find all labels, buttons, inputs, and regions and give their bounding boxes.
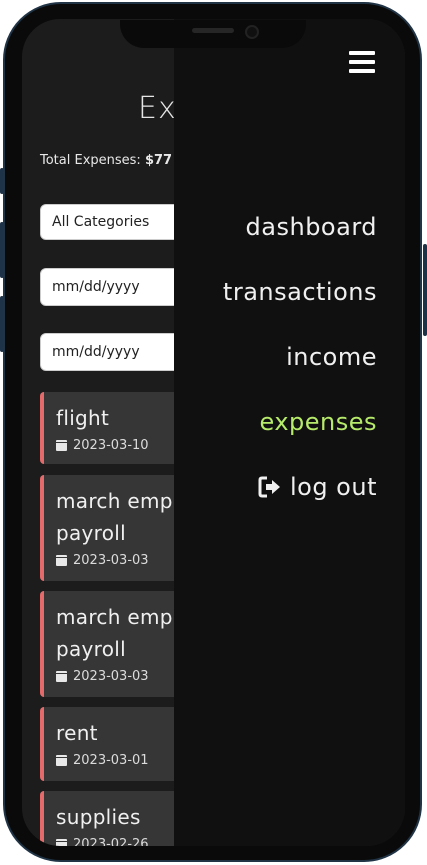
power-button — [423, 244, 427, 336]
menu-item-income[interactable]: income — [286, 343, 377, 371]
calendar-icon — [56, 440, 67, 451]
calendar-icon — [56, 555, 67, 566]
expense-title-line: payroll — [56, 521, 127, 545]
hamburger-icon[interactable] — [349, 51, 375, 73]
date-to-input[interactable]: mm/dd/yyyy — [40, 333, 190, 371]
expense-title-line: march emp — [56, 489, 173, 513]
expense-title-line: march emp — [56, 605, 173, 629]
total-expenses: Total Expenses: $77 — [40, 153, 172, 168]
category-value: All Categories — [52, 214, 150, 230]
menu-item-dashboard[interactable]: dashboard — [246, 213, 377, 241]
expense-date-text: 2023-03-01 — [73, 753, 149, 768]
expense-date-text: 2023-03-03 — [73, 669, 149, 684]
category-select[interactable]: All Categories — [40, 204, 190, 240]
total-label: Total Expenses: — [40, 153, 145, 168]
calendar-icon — [56, 839, 67, 846]
nav-menu: dashboard transactions income expenses l… — [174, 19, 405, 846]
menu-item-expenses[interactable]: expenses — [259, 408, 377, 436]
logout-link[interactable]: log out — [258, 473, 377, 501]
calendar-icon — [56, 671, 67, 682]
expense-date-text: 2023-03-10 — [73, 438, 149, 453]
logout-label: log out — [289, 473, 377, 501]
total-value: $77 — [144, 153, 173, 168]
calendar-icon — [56, 755, 67, 766]
notch — [120, 20, 306, 48]
date-to-placeholder: mm/dd/yyyy — [52, 344, 140, 360]
expense-date-text: 2023-02-26 — [73, 837, 149, 846]
screen: Exp Total Expenses: $77 All Categories m… — [22, 19, 405, 846]
sign-out-icon — [258, 476, 280, 498]
camera — [245, 25, 259, 39]
expense-title-line: payroll — [56, 637, 127, 661]
expense-date-text: 2023-03-03 — [73, 553, 149, 568]
menu-item-transactions[interactable]: transactions — [223, 278, 377, 306]
speaker — [192, 28, 234, 33]
date-from-placeholder: mm/dd/yyyy — [52, 279, 140, 295]
date-from-input[interactable]: mm/dd/yyyy — [40, 268, 190, 306]
